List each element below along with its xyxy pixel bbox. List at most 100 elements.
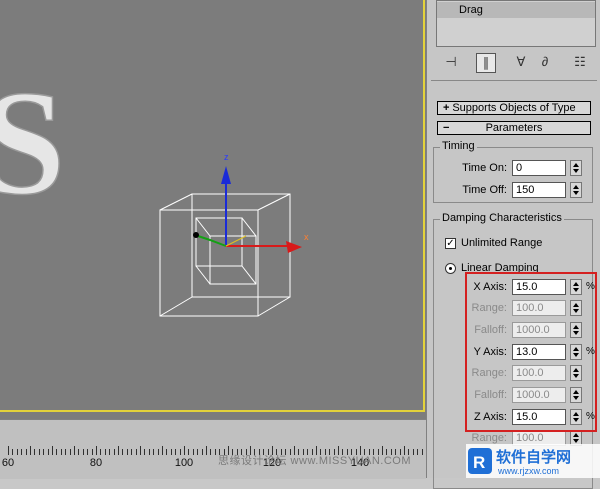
logo-url: www.rjzxw.com xyxy=(497,466,559,476)
command-panel: Drag ⊣ ∥ ∀ ∂ ☷ + Supports Objects of Typ… xyxy=(426,0,600,489)
z-axis-field[interactable]: 15.0 xyxy=(512,409,566,425)
percent-sign: % xyxy=(586,281,595,292)
ruler-tick xyxy=(25,449,27,455)
ruler-tick xyxy=(82,449,84,455)
ruler-tick xyxy=(60,449,62,455)
supports-objects-rollout[interactable]: + Supports Objects of Type xyxy=(437,101,591,115)
logo-graphic: R 软件自学网 www.rjzxw.com xyxy=(466,444,600,478)
z-axis-spinner[interactable] xyxy=(570,409,582,425)
linear-damping-label: Linear Damping xyxy=(461,262,539,274)
ruler-tick xyxy=(47,449,49,455)
ruler-label: 60 xyxy=(1,457,15,469)
configure-modifier-sets-icon[interactable]: ☷ xyxy=(570,53,590,73)
ruler-tick xyxy=(100,449,102,455)
ruler-tick xyxy=(91,449,93,455)
ruler-tick xyxy=(153,449,155,455)
panel-divider xyxy=(431,80,597,81)
ruler-tick xyxy=(417,449,419,455)
ruler-tick xyxy=(8,446,9,455)
linear-damping-radio[interactable] xyxy=(445,263,456,274)
ruler-tick xyxy=(210,449,212,455)
rollout-title: Supports Objects of Type xyxy=(452,102,576,114)
ruler-tick xyxy=(12,449,14,455)
parameters-rollout[interactable]: − Parameters xyxy=(437,121,591,135)
ruler-label: 80 xyxy=(89,457,103,469)
ruler-tick xyxy=(52,446,53,455)
ruler-tick xyxy=(113,449,115,455)
unlimited-range-checkbox[interactable]: ✓ xyxy=(445,238,456,249)
ruler-tick xyxy=(144,449,146,455)
time-on-spinner[interactable] xyxy=(570,160,582,176)
percent-sign: % xyxy=(586,411,595,422)
percent-sign: % xyxy=(586,346,595,357)
ruler-tick xyxy=(38,449,40,455)
ruler-tick xyxy=(69,449,71,455)
x-range-field[interactable]: 100.0 xyxy=(512,300,566,316)
timeline-ruler[interactable]: 60 80 100 120 140 xyxy=(0,419,476,479)
ruler-tick xyxy=(104,449,106,455)
expand-sign: + xyxy=(443,102,450,114)
ruler-tick xyxy=(131,449,133,455)
time-off-spinner[interactable] xyxy=(570,182,582,198)
ruler-tick xyxy=(175,449,177,455)
ruler-tick xyxy=(166,449,168,455)
ruler-tick xyxy=(34,449,36,455)
y-range-field[interactable]: 100.0 xyxy=(512,365,566,381)
perspective-viewport[interactable]: S z x xyxy=(0,0,427,419)
site-logo: R 软件自学网 www.rjzxw.com xyxy=(466,444,600,478)
logo-brand: 软件自学网 xyxy=(496,448,571,466)
y-falloff-field[interactable]: 1000.0 xyxy=(512,387,566,403)
remove-modifier-icon[interactable]: ∂ xyxy=(535,53,555,73)
show-end-result-toggle-icon[interactable]: ∥ xyxy=(476,53,496,73)
y-axis-spinner[interactable] xyxy=(570,344,582,360)
ruler-tick xyxy=(122,449,124,455)
ruler-tick xyxy=(148,449,150,455)
ruler-tick xyxy=(56,449,58,455)
modifier-stack-list[interactable]: Drag xyxy=(436,0,596,47)
x-axis-spinner[interactable] xyxy=(570,279,582,295)
ruler-tick xyxy=(162,446,163,455)
ruler-tick xyxy=(201,449,203,455)
timing-title: Timing xyxy=(440,140,477,152)
active-viewport-border xyxy=(0,0,425,412)
x-falloff-spinner[interactable] xyxy=(570,322,582,338)
watermark-text: 思缘设计论坛 www.MISSYUAN.COM xyxy=(218,455,412,467)
y-falloff-label: Falloff: xyxy=(474,389,507,401)
time-off-field[interactable]: 150 xyxy=(512,182,566,198)
y-axis-label: Y Axis: xyxy=(473,346,507,358)
svg-text:R: R xyxy=(473,453,485,472)
x-range-spinner[interactable] xyxy=(570,300,582,316)
x-falloff-field[interactable]: 1000.0 xyxy=(512,322,566,338)
time-on-label: Time On: xyxy=(462,162,507,174)
ruler-label: 100 xyxy=(174,457,194,469)
ruler-tick xyxy=(140,446,141,455)
z-range-label: Range: xyxy=(471,432,507,444)
ruler-tick xyxy=(184,446,185,455)
ruler-tick xyxy=(118,446,119,455)
ruler-tick xyxy=(16,449,18,455)
damping-title: Damping Characteristics xyxy=(440,212,564,224)
ruler-tick xyxy=(65,449,67,455)
ruler-tick xyxy=(135,449,137,455)
x-axis-field[interactable]: 15.0 xyxy=(512,279,566,295)
ruler-tick xyxy=(157,449,159,455)
ruler-tick xyxy=(126,449,128,455)
y-range-spinner[interactable] xyxy=(570,365,582,381)
y-axis-field[interactable]: 13.0 xyxy=(512,344,566,360)
rollout-title: Parameters xyxy=(485,122,543,134)
y-falloff-spinner[interactable] xyxy=(570,387,582,403)
stack-item-drag[interactable]: Drag xyxy=(437,2,595,18)
make-unique-icon[interactable]: ∀ xyxy=(511,53,531,73)
ruler-tick xyxy=(21,449,23,455)
ruler-tick xyxy=(197,449,199,455)
ruler-tick xyxy=(214,449,216,455)
collapse-sign: − xyxy=(443,122,450,134)
ruler-tick xyxy=(78,449,80,455)
z-axis-label: Z Axis: xyxy=(473,411,507,423)
pin-stack-icon[interactable]: ⊣ xyxy=(441,53,461,73)
ruler-tick xyxy=(206,446,207,455)
time-off-label: Time Off: xyxy=(462,184,507,196)
ruler-tick xyxy=(43,449,45,455)
time-on-field[interactable]: 0 xyxy=(512,160,566,176)
ruler-tick xyxy=(87,449,89,455)
